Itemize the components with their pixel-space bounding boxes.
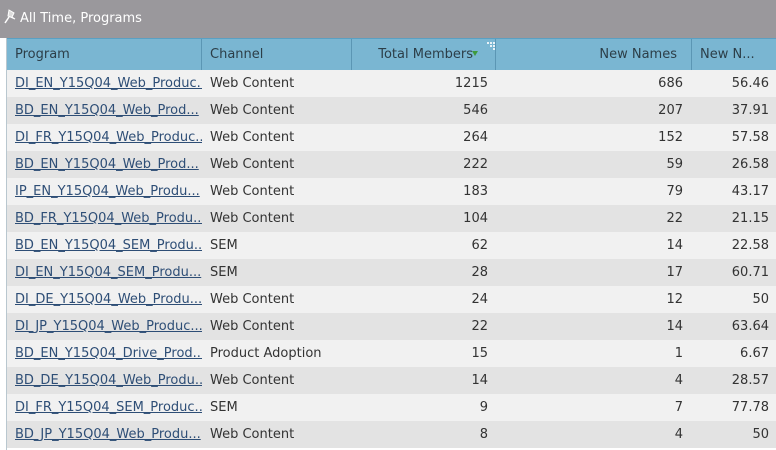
channel-cell: Web Content <box>210 427 295 442</box>
table-row[interactable]: BD_FR_Y15Q04_Web_Produ... Web Content 104 2… <box>7 205 776 232</box>
total-members-cell: 8 <box>479 427 488 442</box>
program-cell[interactable]: BD_FR_Y15Q04_Web_Produ... <box>7 205 202 232</box>
channel-cell: Product Adoption <box>210 346 322 361</box>
new-names-percent-cell: 56.46 <box>731 76 769 91</box>
new-names-cell: 686 <box>658 76 683 91</box>
channel-cell: Web Content <box>210 319 295 334</box>
new-names-cell: 14 <box>666 319 683 334</box>
total-members-cell: 264 <box>463 130 488 145</box>
report-title: All Time, Programs <box>20 11 142 26</box>
column-header-program[interactable]: Program <box>7 39 202 71</box>
program-cell[interactable]: DI_DE_Y15Q04_Web_Produ... <box>7 286 202 313</box>
new-names-cell: 12 <box>666 292 683 307</box>
table-row[interactable]: DI_EN_Y15Q04_SEM_Produ... SEM 28 17 60.71 <box>7 259 776 286</box>
total-members-cell: 24 <box>471 292 488 307</box>
new-names-percent-cell: 37.91 <box>731 103 769 118</box>
program-cell[interactable]: BD_EN_Y15Q04_Drive_Prod... <box>7 340 202 367</box>
total-members-cell: 22 <box>471 319 488 334</box>
new-names-percent-cell: 6.67 <box>740 346 769 361</box>
total-members-cell: 104 <box>463 211 488 226</box>
program-cell[interactable]: BD_EN_Y15Q04_SEM_Produ... <box>7 232 202 259</box>
new-names-cell: 59 <box>666 157 683 172</box>
new-names-cell: 22 <box>666 211 683 226</box>
channel-cell: SEM <box>210 238 238 253</box>
new-names-cell: 4 <box>674 427 683 442</box>
table-row[interactable]: DI_JP_Y15Q04_Web_Produc... Web Content 22 1… <box>7 313 776 340</box>
new-names-percent-cell: 50 <box>752 292 769 307</box>
new-names-cell: 1 <box>674 346 683 361</box>
channel-cell: Web Content <box>210 130 295 145</box>
new-names-percent-cell: 60.71 <box>731 265 769 280</box>
program-cell[interactable]: BD_DE_Y15Q04_Web_Produ... <box>7 367 202 394</box>
total-members-cell: 1215 <box>454 76 488 91</box>
new-names-cell: 14 <box>666 238 683 253</box>
channel-cell: SEM <box>210 265 238 280</box>
total-members-cell: 9 <box>479 400 488 415</box>
new-names-cell: 152 <box>658 130 683 145</box>
new-names-percent-cell: 57.58 <box>731 130 769 145</box>
channel-cell: Web Content <box>210 184 295 199</box>
title-bar: All Time, Programs <box>0 0 776 38</box>
total-members-cell: 546 <box>463 103 488 118</box>
total-members-cell: 28 <box>471 265 488 280</box>
total-members-cell: 222 <box>463 157 488 172</box>
channel-cell: Web Content <box>210 103 295 118</box>
program-cell[interactable]: DI_EN_Y15Q04_SEM_Produ... <box>7 259 202 286</box>
table-row[interactable]: BD_EN_Y15Q04_Drive_Prod... Product Adopti… <box>7 340 776 367</box>
new-names-percent-cell: 28.57 <box>731 373 769 388</box>
total-members-cell: 14 <box>471 373 488 388</box>
program-cell[interactable]: DI_FR_Y15Q04_SEM_Produc... <box>7 394 202 421</box>
new-names-percent-cell: 50 <box>752 427 769 442</box>
new-names-cell: 207 <box>658 103 683 118</box>
channel-cell: Web Content <box>210 211 295 226</box>
table-row[interactable]: BD_EN_Y15Q04_Web_Prod... Web Content 546 20… <box>7 97 776 124</box>
total-members-cell: 62 <box>471 238 488 253</box>
program-cell[interactable]: BD_EN_Y15Q04_Web_Prod... <box>7 151 202 178</box>
table-row[interactable]: BD_EN_Y15Q04_Web_Prod... Web Content 222 59… <box>7 151 776 178</box>
new-names-percent-cell: 43.17 <box>731 184 769 199</box>
channel-cell: Web Content <box>210 373 295 388</box>
program-cell[interactable]: DI_JP_Y15Q04_Web_Produc... <box>7 313 202 340</box>
column-header-new-names[interactable]: New Names <box>496 39 692 71</box>
table-row[interactable]: DI_EN_Y15Q04_Web_Produc... Web Content 121… <box>7 70 776 97</box>
new-names-cell: 7 <box>674 400 683 415</box>
program-cell[interactable]: BD_EN_Y15Q04_Web_Prod... <box>7 97 202 124</box>
program-cell[interactable]: BD_JP_Y15Q04_Web_Produ... <box>7 421 202 448</box>
column-header-channel[interactable]: Channel <box>202 39 352 71</box>
table-row[interactable]: BD_JP_Y15Q04_Web_Produ... Web Content 8 4 50 <box>7 421 776 448</box>
program-cell[interactable]: DI_EN_Y15Q04_Web_Produc... <box>7 70 202 97</box>
report-grid: Program Channel Total Members New Names … <box>6 38 776 450</box>
pin-icon[interactable] <box>3 9 17 25</box>
new-names-percent-cell: 26.58 <box>731 157 769 172</box>
table-row[interactable]: IP_EN_Y15Q04_Web_Produ... Web Content 183 7… <box>7 178 776 205</box>
grid-header: Program Channel Total Members New Names … <box>7 38 776 71</box>
column-header-new-names-percent[interactable]: New N... <box>692 39 776 71</box>
table-row[interactable]: DI_FR_Y15Q04_SEM_Produc... SEM 9 7 77.78 <box>7 394 776 421</box>
table-row[interactable]: DI_DE_Y15Q04_Web_Produ... Web Content 24 12… <box>7 286 776 313</box>
total-members-cell: 183 <box>463 184 488 199</box>
new-names-percent-cell: 63.64 <box>731 319 769 334</box>
new-names-cell: 4 <box>674 373 683 388</box>
new-names-percent-cell: 21.15 <box>731 211 769 226</box>
new-names-cell: 17 <box>666 265 683 280</box>
program-cell[interactable]: IP_EN_Y15Q04_Web_Produ... <box>7 178 202 205</box>
new-names-cell: 79 <box>666 184 683 199</box>
new-names-percent-cell: 22.58 <box>731 238 769 253</box>
table-row[interactable]: BD_EN_Y15Q04_SEM_Produ... SEM 62 14 22.58 <box>7 232 776 259</box>
resize-grip-icon[interactable] <box>487 42 495 50</box>
table-row[interactable]: BD_DE_Y15Q04_Web_Produ... Web Content 14 4 2… <box>7 367 776 394</box>
sort-descending-icon <box>472 51 478 56</box>
new-names-percent-cell: 77.78 <box>731 400 769 415</box>
channel-cell: Web Content <box>210 76 295 91</box>
total-members-cell: 15 <box>471 346 488 361</box>
channel-cell: Web Content <box>210 292 295 307</box>
channel-cell: SEM <box>210 400 238 415</box>
table-row[interactable]: DI_FR_Y15Q04_Web_Produc... Web Content 264… <box>7 124 776 151</box>
channel-cell: Web Content <box>210 157 295 172</box>
program-cell[interactable]: DI_FR_Y15Q04_Web_Produc... <box>7 124 202 151</box>
